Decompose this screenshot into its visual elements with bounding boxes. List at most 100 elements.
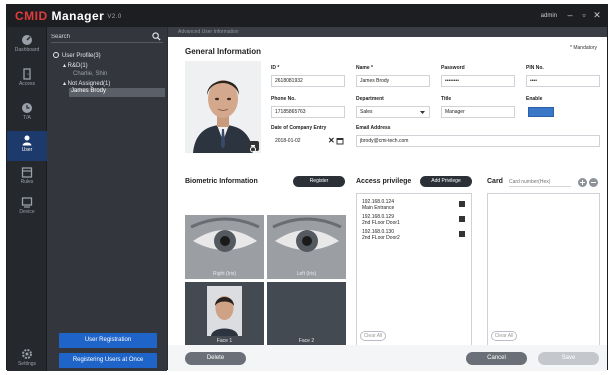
remove-access-icon[interactable] <box>459 216 465 222</box>
access-item-door: 2nd FLoor Door1 <box>362 220 400 226</box>
email-field[interactable]: jbrody@cmi-tech.com <box>356 135 600 147</box>
tree-group-rnd[interactable]: ▴ R&D(1) <box>63 62 88 69</box>
brand-manager: Manager <box>47 9 105 23</box>
access-item-door: Main Entrance <box>362 205 395 211</box>
search-input[interactable] <box>51 31 147 42</box>
calendar-icon <box>21 167 33 178</box>
biometric-title: Biometric Information <box>185 178 258 185</box>
nav-dashboard[interactable]: Dashboard <box>7 31 47 61</box>
enable-label: Enable <box>526 96 543 102</box>
cancel-button[interactable]: Cancel <box>466 352 527 365</box>
entry-date-label: Date of Company Entry <box>271 125 327 131</box>
mandatory-note: * Mandatory <box>570 45 597 51</box>
id-label: ID * <box>271 65 280 71</box>
main-nav: Dashboard Access T/A User Rules Device S… <box>7 27 47 371</box>
portrait-image <box>185 61 261 153</box>
user-photo[interactable] <box>185 61 261 153</box>
user-registration-button[interactable]: User Registration <box>59 333 157 348</box>
remove-card-icon[interactable] <box>589 178 598 187</box>
tree-root[interactable]: User Profile(3) <box>53 52 101 59</box>
access-item[interactable]: 192.168.0.124 Main Entrance <box>362 199 394 211</box>
app-logo: CMID Manager V2.0 <box>15 9 122 23</box>
clock-icon <box>22 103 32 113</box>
delete-button[interactable]: Delete <box>185 352 246 365</box>
bulk-registration-button[interactable]: Registering Users at Once <box>59 353 157 368</box>
phone-field[interactable]: 17185865763 <box>271 106 345 118</box>
camera-glyph <box>250 145 256 153</box>
access-title: Access privilege <box>356 178 412 185</box>
nav-rules[interactable]: Rules <box>7 163 47 193</box>
nav-access-label: Access <box>18 81 36 87</box>
minimize-button[interactable]: – <box>565 10 575 20</box>
save-button[interactable]: Save <box>538 352 599 365</box>
search-icon[interactable] <box>152 32 161 41</box>
calendar-picker-icon[interactable] <box>336 137 344 145</box>
title-field[interactable]: Manager <box>441 106 515 118</box>
department-select[interactable]: Sales <box>356 106 430 118</box>
left-iris-image <box>267 215 346 279</box>
main-area: Advanced User Information General Inform… <box>168 27 607 371</box>
right-iris-image <box>185 215 264 279</box>
card-clear-all-button[interactable]: Clear All <box>491 331 517 341</box>
access-item-door: 2nd FLoor Door2 <box>362 235 400 241</box>
password-field[interactable]: •••••••• <box>441 75 515 87</box>
breadcrumb-bar: Advanced User Information <box>168 27 607 37</box>
form-footer: Delete Cancel Save <box>168 345 607 371</box>
right-iris-cell[interactable]: Right (Iris) <box>185 215 264 279</box>
clear-date-icon[interactable]: ✕ <box>328 137 335 145</box>
brand-cmid: CMID <box>15 9 48 23</box>
add-privilege-button[interactable]: Add Privilege <box>420 176 472 187</box>
access-item[interactable]: 192.168.0.130 2nd FLoor Door2 <box>362 229 400 241</box>
tree-root-label: User Profile(3) <box>62 53 101 59</box>
face1-cell[interactable]: Face 1 <box>185 282 264 346</box>
nav-device[interactable]: Device <box>7 193 47 223</box>
password-label: Password <box>441 65 465 71</box>
access-clear-all-button[interactable]: Clear All <box>360 331 386 341</box>
pin-field[interactable]: •••• <box>526 75 600 87</box>
nav-user-label: User <box>21 147 33 153</box>
user-detail-form: General Information * Mandatory ID * 261… <box>168 37 607 346</box>
nav-user[interactable]: User <box>7 131 47 161</box>
nav-ta[interactable]: T/A <box>7 99 47 129</box>
access-item[interactable]: 192.168.0.129 2nd FLoor Door1 <box>362 214 400 226</box>
face1-image <box>185 282 264 346</box>
tree-group-unassigned[interactable]: ▴ Not Assigned(1) <box>63 80 110 87</box>
close-button[interactable]: ✕ <box>592 10 602 20</box>
remove-access-icon[interactable] <box>459 201 465 207</box>
right-iris-caption: Right (Iris) <box>212 271 237 277</box>
tree-user-charlie[interactable]: Charlie, Shin <box>73 71 107 77</box>
add-card-icon[interactable] <box>578 178 587 187</box>
dashboard-icon <box>22 35 32 45</box>
department-value: Sales <box>360 109 373 115</box>
nav-ta-label: T/A <box>23 115 31 121</box>
nav-settings-label: Settings <box>17 361 37 367</box>
tree-user-james[interactable]: James Brody <box>69 88 165 97</box>
card-title: Card <box>487 178 503 185</box>
user-tree-panel: User Profile(3) ▴ R&D(1) Charlie, Shin ▴… <box>47 27 167 371</box>
nav-access[interactable]: Access <box>7 65 47 95</box>
restore-button[interactable]: ▫ <box>579 10 589 20</box>
name-field[interactable]: James Brody <box>356 75 430 87</box>
app-window: CMID Manager V2.0 admin – ▫ ✕ Dashboard A… <box>6 4 608 371</box>
user-icon <box>22 135 32 146</box>
face2-caption: Face 2 <box>298 338 315 344</box>
door-icon <box>23 68 31 80</box>
email-label: Email Address <box>356 125 391 131</box>
face1-caption: Face 1 <box>216 338 233 344</box>
nav-rules-label: Rules <box>20 179 34 185</box>
device-icon <box>21 197 33 208</box>
enable-toggle[interactable] <box>528 107 554 117</box>
remove-access-icon[interactable] <box>459 231 465 237</box>
card-number-input[interactable] <box>509 177 571 187</box>
register-button[interactable]: Register <box>293 176 345 187</box>
id-field[interactable]: 2618081932 <box>271 75 345 87</box>
tree-search <box>51 31 163 43</box>
left-iris-cell[interactable]: Left (Iris) <box>267 215 346 279</box>
entry-date-field[interactable]: 2018-01-02 <box>271 135 327 147</box>
profile-icon <box>53 52 59 58</box>
phone-label: Phone No. <box>271 96 296 102</box>
camera-icon[interactable] <box>247 141 259 153</box>
face2-cell[interactable]: Face 2 <box>267 282 346 346</box>
nav-settings[interactable]: Settings <box>7 345 47 375</box>
current-user[interactable]: admin <box>541 13 557 19</box>
